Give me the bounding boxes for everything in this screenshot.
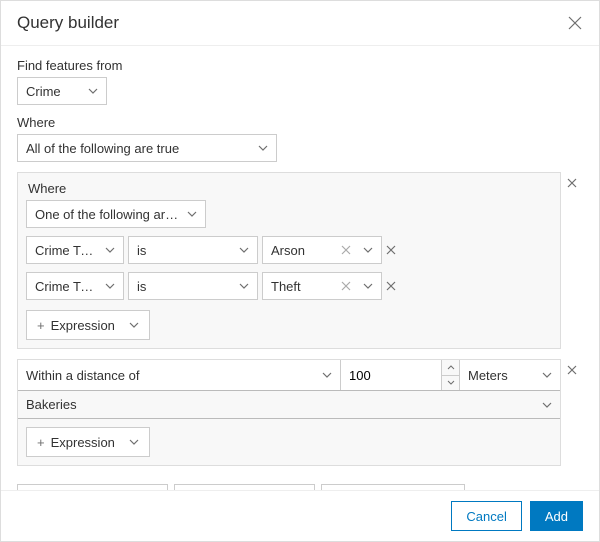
chevron-down-icon — [105, 247, 115, 253]
chevron-down-icon — [105, 283, 115, 289]
unit-select[interactable]: Meters — [460, 360, 560, 390]
spatial-target-select[interactable]: Bakeries — [18, 391, 560, 419]
chevron-down-icon — [239, 283, 249, 289]
query-builder-dialog: Query builder Find features from Crime W… — [0, 0, 600, 542]
chevron-down-icon — [187, 211, 197, 217]
spinner-down-icon[interactable] — [442, 376, 459, 391]
operator-select[interactable]: is — [128, 236, 258, 264]
layer-select[interactable]: Crime — [17, 77, 107, 105]
close-icon[interactable] — [567, 15, 583, 31]
chevron-down-icon — [129, 439, 139, 445]
field-select[interactable]: Crime Type — [26, 236, 124, 264]
chevron-down-icon — [239, 247, 249, 253]
expression-row: Crime Type is Theft — [26, 272, 552, 300]
operator-select[interactable]: is — [128, 272, 258, 300]
spinner-up-icon[interactable] — [442, 360, 459, 376]
find-features-label: Find features from — [17, 58, 583, 73]
inner-condition-value: One of the following are tr… — [35, 207, 179, 222]
expression-group: Where One of the following are tr… Crime… — [17, 172, 561, 349]
chevron-down-icon — [542, 402, 552, 408]
clear-icon[interactable] — [341, 245, 351, 255]
chevron-down-icon — [542, 372, 552, 378]
layer-select-value: Crime — [26, 84, 80, 99]
plus-icon: + — [37, 435, 45, 450]
add-expression-button[interactable]: + Expression — [26, 310, 150, 340]
remove-group-icon[interactable] — [561, 359, 583, 375]
expression-row: Crime Type is Arson — [26, 236, 552, 264]
distance-spinner — [441, 360, 459, 390]
distance-input-wrap — [341, 360, 460, 390]
group-where-label: Where — [26, 181, 552, 196]
outer-condition-select[interactable]: All of the following are true — [17, 134, 277, 162]
spatial-top-row: Within a distance of Meters — [18, 360, 560, 391]
clear-icon[interactable] — [341, 281, 351, 291]
add-expression-button[interactable]: + Expression — [26, 427, 150, 457]
chevron-down-icon — [88, 88, 98, 94]
dialog-header: Query builder — [1, 1, 599, 46]
plus-icon: + — [37, 318, 45, 333]
chevron-down-icon — [363, 283, 373, 289]
distance-input[interactable] — [341, 360, 441, 390]
inner-condition-select[interactable]: One of the following are tr… — [26, 200, 206, 228]
remove-row-icon[interactable] — [386, 245, 404, 255]
dialog-footer: Cancel Add — [1, 490, 599, 541]
value-select[interactable]: Arson — [262, 236, 382, 264]
chevron-down-icon — [129, 322, 139, 328]
chevron-down-icon — [322, 372, 332, 378]
outer-condition-value: All of the following are true — [26, 141, 250, 156]
dialog-title: Query builder — [17, 13, 119, 33]
remove-row-icon[interactable] — [386, 281, 404, 291]
chevron-down-icon — [363, 247, 373, 253]
chevron-down-icon — [258, 145, 268, 151]
add-button[interactable]: Add — [530, 501, 583, 531]
value-select[interactable]: Theft — [262, 272, 382, 300]
field-select[interactable]: Crime Type — [26, 272, 124, 300]
spatial-relation-select[interactable]: Within a distance of — [18, 360, 341, 390]
remove-group-icon[interactable] — [561, 172, 583, 188]
cancel-button[interactable]: Cancel — [451, 501, 521, 531]
spatial-expression-group: Within a distance of Meters Bakeries — [17, 359, 561, 466]
dialog-body: Find features from Crime Where All of th… — [1, 46, 599, 490]
where-label: Where — [17, 115, 583, 130]
